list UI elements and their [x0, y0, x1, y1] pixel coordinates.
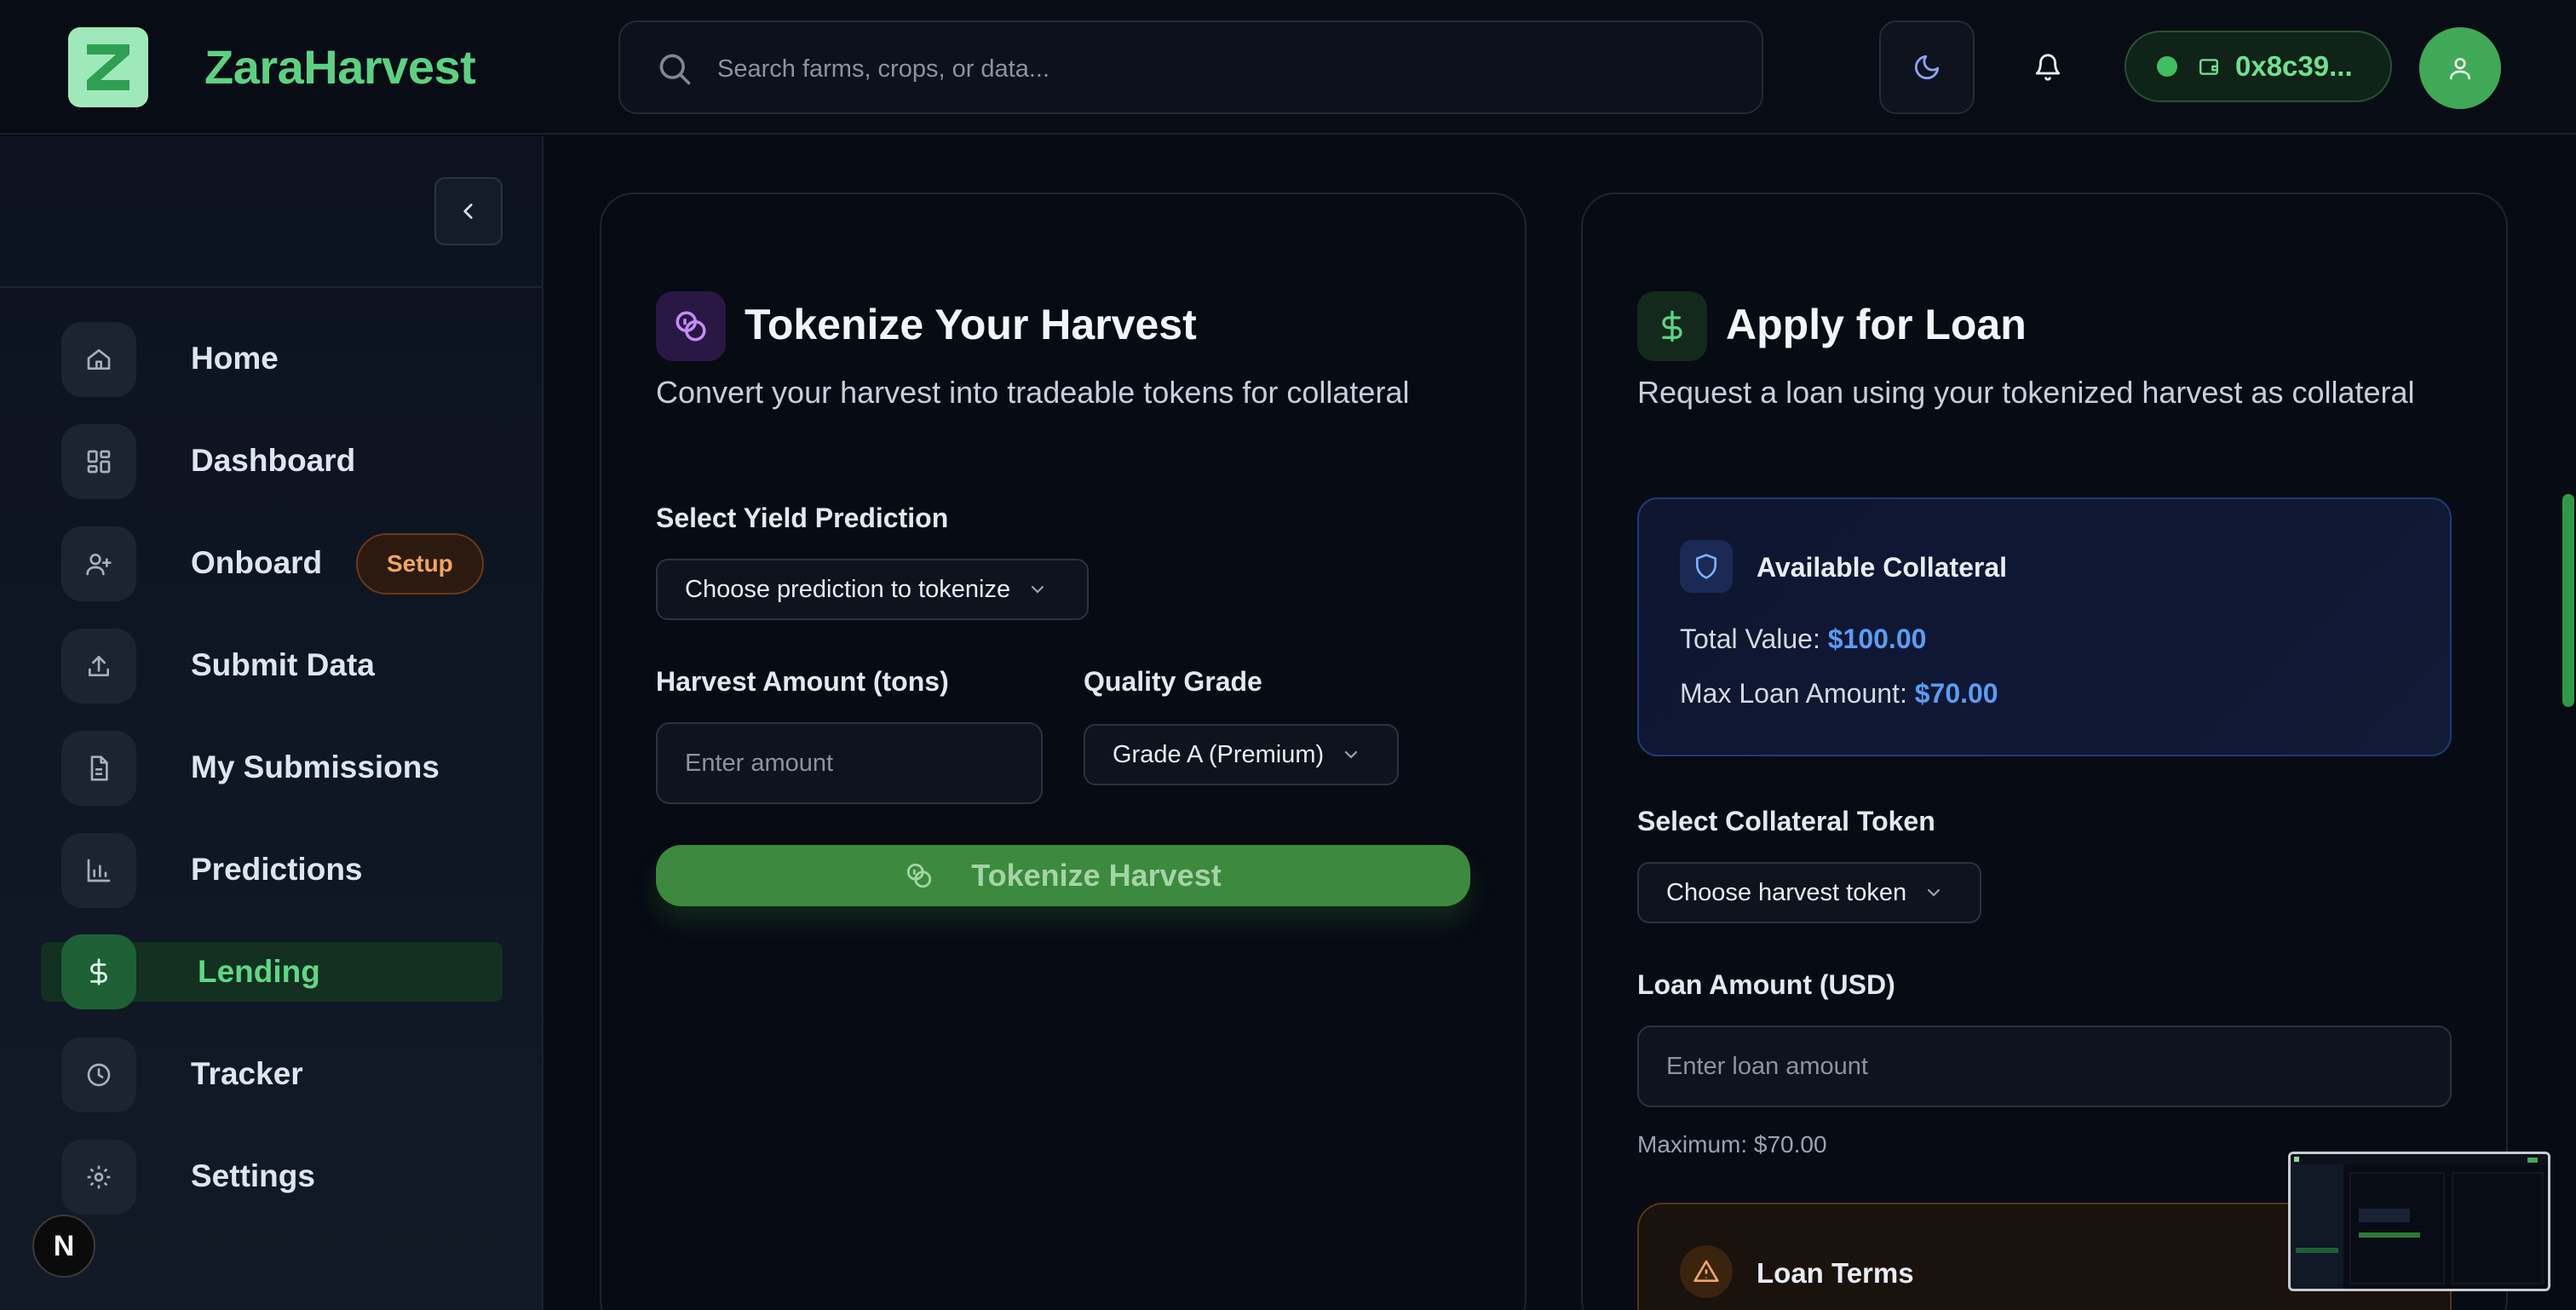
sidebar-item-label: Home [191, 341, 279, 376]
sidebar-item-dashboard[interactable]: Dashboard [41, 424, 503, 499]
sidebar-item-tracker[interactable]: Tracker [41, 1037, 503, 1112]
screenshot-preview-thumbnail[interactable] [2288, 1152, 2550, 1291]
moon-icon [1912, 53, 1941, 82]
quality-grade-value: Grade A (Premium) [1113, 740, 1325, 768]
dollar-icon [1637, 291, 1707, 361]
chevron-down-icon [1341, 744, 1361, 765]
yield-prediction-select[interactable]: Choose prediction to tokenize [656, 559, 1089, 620]
harvest-amount-input[interactable] [656, 722, 1043, 804]
coins-icon [905, 861, 934, 890]
sidebar-item-my-submissions[interactable]: My Submissions [41, 731, 503, 806]
available-collateral-panel: Available Collateral Total Value: $100.0… [1637, 497, 2452, 756]
notifications-button[interactable] [2014, 37, 2082, 97]
tokenize-card: Tokenize Your Harvest Convert your harve… [600, 192, 1527, 1310]
collateral-token-label: Select Collateral Token [1637, 806, 1935, 836]
wallet-address: 0x8c39... [2235, 50, 2353, 82]
dollar-icon [61, 934, 136, 1009]
brand-name[interactable]: ZaraHarvest [204, 39, 476, 95]
sidebar: Home Dashboard Onboard Setup Submit Data… [0, 136, 543, 1310]
sidebar-item-home[interactable]: Home [41, 322, 503, 397]
quality-grade-label: Quality Grade [1084, 666, 1262, 697]
search-input[interactable] [717, 48, 1722, 90]
bell-icon [2033, 53, 2062, 82]
harvest-amount-label: Harvest Amount (tons) [656, 666, 949, 697]
sidebar-item-label: Dashboard [191, 443, 356, 478]
chevron-down-icon [1027, 579, 1048, 600]
dev-tools-badge[interactable]: N [32, 1215, 95, 1278]
collateral-token-value: Choose harvest token [1666, 878, 1907, 906]
sidebar-item-label: Submit Data [191, 647, 375, 682]
tokenize-harvest-button[interactable]: Tokenize Harvest [656, 845, 1470, 906]
collateral-token-select[interactable]: Choose harvest token [1637, 862, 1981, 923]
wallet-button[interactable]: 0x8c39... [2125, 31, 2392, 102]
chevron-left-icon [457, 200, 480, 222]
max-loan-hint: Maximum: $70.00 [1637, 1131, 1827, 1158]
loan-terms-title: Loan Terms [1757, 1257, 1914, 1289]
bar-chart-icon [61, 833, 136, 908]
sidebar-item-submit-data[interactable]: Submit Data [41, 629, 503, 704]
logo-icon[interactable] [68, 27, 148, 107]
sidebar-item-predictions[interactable]: Predictions [41, 833, 503, 908]
clock-icon [61, 1037, 136, 1112]
quality-grade-select[interactable]: Grade A (Premium) [1084, 724, 1399, 785]
sidebar-item-onboard[interactable]: Onboard Setup [41, 526, 503, 601]
theme-toggle-button[interactable] [1879, 20, 1975, 114]
user-plus-icon [61, 526, 136, 601]
sidebar-item-label: Tracker [191, 1056, 303, 1091]
connected-status-dot [2157, 56, 2177, 77]
warning-icon [1680, 1245, 1733, 1298]
coins-icon [656, 291, 726, 361]
shield-icon [1680, 540, 1733, 593]
loan-subtitle: Request a loan using your tokenized harv… [1637, 375, 2415, 410]
home-icon [61, 322, 136, 397]
scrollbar-thumb[interactable] [2562, 494, 2574, 707]
loan-amount-label: Loan Amount (USD) [1637, 969, 1895, 1000]
search-bar[interactable] [618, 20, 1763, 114]
sidebar-item-label: My Submissions [191, 750, 440, 784]
sidebar-divider [0, 286, 542, 288]
sidebar-item-label: Settings [191, 1158, 315, 1193]
user-avatar-button[interactable] [2419, 27, 2501, 109]
collapse-sidebar-button[interactable] [434, 177, 503, 245]
search-icon [656, 50, 693, 88]
loan-card: Apply for Loan Request a loan using your… [1581, 192, 2508, 1310]
total-value-label: Total Value: [1680, 623, 1820, 654]
max-loan-amount: $70.00 [1914, 678, 1998, 709]
tokenize-title: Tokenize Your Harvest [745, 301, 1197, 348]
tokenize-button-label: Tokenize Harvest [971, 858, 1222, 893]
yield-prediction-value: Choose prediction to tokenize [685, 575, 1011, 603]
wallet-icon [2198, 55, 2220, 78]
gear-icon [61, 1140, 136, 1215]
max-loan-row: Max Loan Amount: $70.00 [1680, 678, 1998, 710]
user-icon [2447, 55, 2474, 82]
max-loan-label: Max Loan Amount: [1680, 678, 1907, 709]
total-value-amount: $100.00 [1827, 623, 1927, 654]
dashboard-icon [61, 424, 136, 499]
file-text-icon [61, 731, 136, 806]
sidebar-item-label: Predictions [191, 852, 363, 887]
sidebar-item-lending[interactable]: Lending [41, 934, 503, 1009]
setup-badge: Setup [356, 533, 484, 595]
loan-amount-input[interactable] [1637, 1026, 2452, 1107]
upload-icon [61, 629, 136, 704]
yield-prediction-label: Select Yield Prediction [656, 503, 949, 533]
total-value-row: Total Value: $100.00 [1680, 623, 1926, 655]
tokenize-subtitle: Convert your harvest into tradeable toke… [656, 375, 1410, 410]
chevron-down-icon [1923, 882, 1944, 903]
loan-title: Apply for Loan [1726, 301, 2027, 348]
collateral-title: Available Collateral [1757, 552, 2008, 583]
sidebar-item-settings[interactable]: Settings [41, 1140, 503, 1215]
sidebar-item-label: Onboard [191, 545, 323, 580]
top-header: ZaraHarvest 0x8c39... [0, 0, 2576, 135]
sidebar-item-label: Lending [198, 954, 320, 989]
